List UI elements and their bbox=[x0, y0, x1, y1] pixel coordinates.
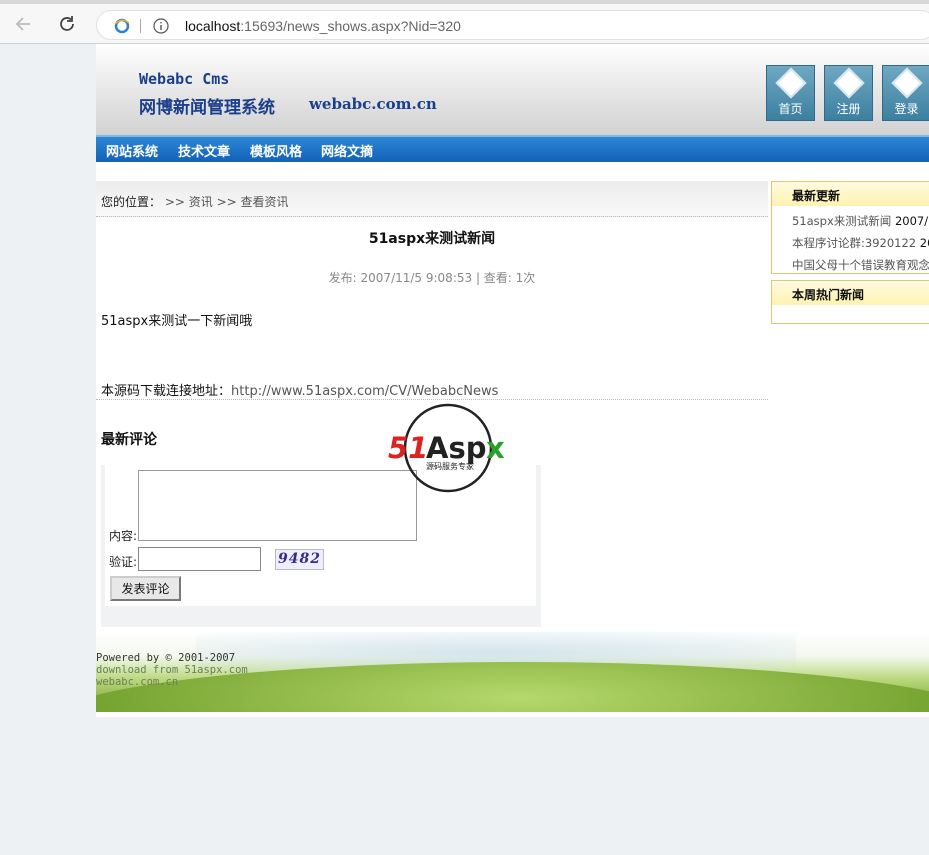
51aspx-watermark-logo: 51 Asp x 源码服务专家 bbox=[388, 403, 505, 493]
nav-item-tech-articles[interactable]: 技术文章 bbox=[178, 141, 230, 160]
brand-english: Webabc Cms bbox=[139, 70, 230, 88]
nav-item-template-styles[interactable]: 模板风格 bbox=[250, 141, 302, 160]
footer-download-from: download from 51aspx.com bbox=[96, 664, 248, 676]
article-body: 51aspx来测试一下新闻哦 bbox=[101, 314, 253, 329]
home-icon bbox=[775, 67, 807, 99]
logo-51: 51 bbox=[388, 431, 428, 465]
latest-item[interactable]: 中国父母十个错误教育观念 bbox=[792, 257, 929, 273]
hot-news-box: 本周热门新闻 bbox=[771, 280, 929, 324]
latest-item-title: 中国父母十个错误教育观念 bbox=[792, 258, 929, 272]
browser-toolbar: localhost:15693/news_shows.aspx?Nid=320 bbox=[0, 4, 929, 44]
login-icon bbox=[891, 67, 923, 99]
footer-domain: webabc.com.cn bbox=[96, 676, 179, 688]
verify-label: 验证: bbox=[109, 555, 138, 569]
login-button-label: 登录 bbox=[894, 102, 919, 116]
nav-item-web-digest[interactable]: 网络文摘 bbox=[321, 141, 373, 160]
download-label: 本源码下载连接地址： bbox=[101, 384, 232, 399]
ie-page-icon bbox=[114, 18, 130, 34]
article-divider bbox=[96, 399, 768, 400]
site-footer: Powered by © 2001-2007 download from 51a… bbox=[96, 632, 929, 712]
web-page: Webabc Cms 网博新闻管理系统 webabc.com.cn 首页 注册 … bbox=[96, 44, 929, 717]
comment-textarea[interactable] bbox=[138, 470, 417, 541]
download-line: 本源码下载连接地址：http://www.51aspx.com/CV/Webab… bbox=[101, 380, 498, 399]
url-host: localhost bbox=[185, 18, 241, 34]
address-separator bbox=[140, 19, 141, 33]
latest-item[interactable]: 51aspx来测试新闻 2007/1 bbox=[792, 213, 929, 229]
download-link[interactable]: http://www.51aspx.com/CV/WebabcNews bbox=[231, 384, 498, 399]
verify-input[interactable] bbox=[138, 547, 261, 571]
info-icon[interactable] bbox=[153, 18, 169, 34]
content-label: 内容: bbox=[109, 529, 138, 543]
latest-item-title: 本程序讨论群:3920122 bbox=[792, 236, 917, 250]
site-header: Webabc Cms 网博新闻管理系统 webabc.com.cn 首页 注册 … bbox=[96, 44, 929, 135]
article-meta: 发布: 2007/11/5 9:08:53 | 查看: 1次 bbox=[328, 271, 536, 285]
logo-aspx: Asp bbox=[426, 431, 486, 465]
latest-updates-title: 最新更新 bbox=[772, 182, 929, 206]
register-button-label: 注册 bbox=[836, 102, 861, 116]
register-button[interactable]: 注册 bbox=[824, 65, 873, 121]
home-button[interactable]: 首页 bbox=[766, 65, 815, 121]
latest-item-date: 200 bbox=[919, 236, 929, 250]
refresh-icon bbox=[60, 16, 74, 31]
captcha-image: 9482 bbox=[275, 549, 324, 570]
home-button-label: 首页 bbox=[778, 102, 803, 116]
breadcrumb-news[interactable]: >> 资讯 bbox=[165, 195, 213, 209]
latest-updates-box: 最新更新 51aspx来测试新闻 2007/1 本程序讨论群:3920122 2… bbox=[771, 181, 929, 274]
latest-item-title: 51aspx来测试新闻 bbox=[792, 214, 892, 228]
main-nav: 网站系统 技术文章 模板风格 网络文摘 bbox=[96, 135, 929, 162]
address-bar[interactable]: localhost:15693/news_shows.aspx?Nid=320 bbox=[96, 10, 929, 40]
comments-heading: 最新评论 bbox=[101, 432, 157, 448]
breadcrumb-text: 您的位置： >> 资讯 >> 查看资讯 bbox=[101, 193, 289, 210]
breadcrumb-prefix: 您的位置： bbox=[101, 195, 162, 209]
logo-sub: 源码服务专家 bbox=[426, 461, 474, 471]
url-path: :15693/news_shows.aspx?Nid=320 bbox=[240, 18, 461, 34]
latest-item-date: 2007/1 bbox=[894, 214, 929, 228]
register-icon bbox=[833, 67, 865, 99]
brand-domain: webabc.com.cn bbox=[309, 95, 437, 113]
back-button[interactable] bbox=[9, 10, 37, 38]
refresh-button[interactable] bbox=[53, 10, 81, 38]
article-title: 51aspx来测试新闻 bbox=[368, 231, 496, 247]
login-button[interactable]: 登录 bbox=[882, 65, 929, 121]
logo-x: x bbox=[486, 431, 505, 465]
url-text: localhost:15693/news_shows.aspx?Nid=320 bbox=[185, 18, 461, 34]
breadcrumb: 您的位置： >> 资讯 >> 查看资讯 bbox=[96, 181, 768, 217]
latest-item[interactable]: 本程序讨论群:3920122 200 bbox=[792, 235, 929, 251]
footer-powered-by: Powered by © 2001-2007 bbox=[96, 652, 236, 664]
submit-comment-button[interactable]: 发表评论 bbox=[110, 576, 181, 601]
nav-item-website-system[interactable]: 网站系统 bbox=[106, 141, 158, 160]
breadcrumb-view-news[interactable]: >> 查看资讯 bbox=[217, 195, 289, 209]
hot-news-title: 本周热门新闻 bbox=[772, 281, 929, 305]
back-arrow-icon bbox=[15, 17, 30, 31]
brand-chinese: 网博新闻管理系统 bbox=[139, 98, 275, 118]
